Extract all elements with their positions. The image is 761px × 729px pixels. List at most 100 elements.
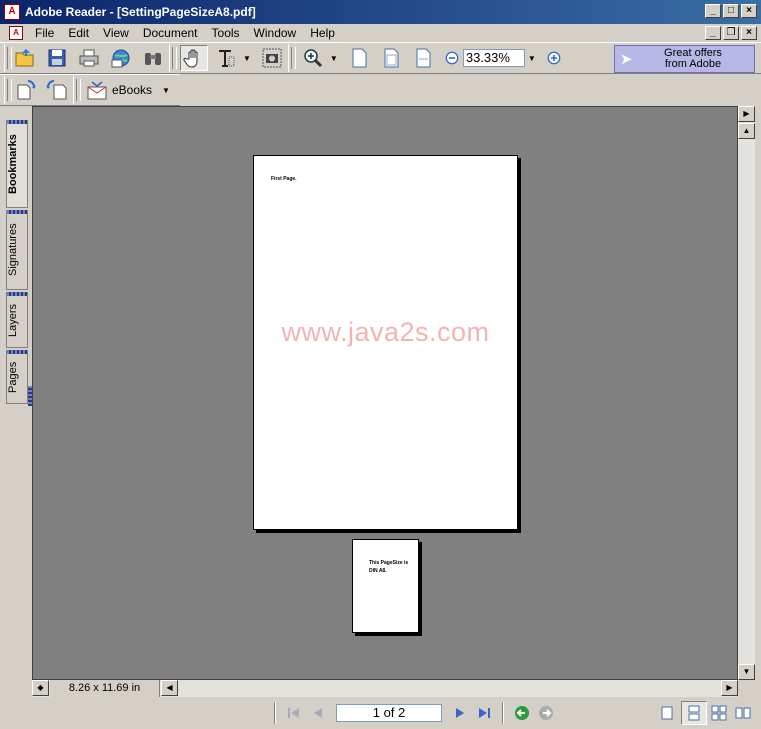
- tab-pages[interactable]: Pages: [6, 350, 28, 404]
- page-number-input[interactable]: 1 of 2: [336, 704, 442, 722]
- page-actual-size-icon: [352, 48, 367, 68]
- scroll-up-button[interactable]: ▲: [738, 123, 755, 139]
- menu-document[interactable]: Document: [136, 24, 205, 42]
- tab-signatures[interactable]: Signatures: [6, 210, 28, 290]
- zoom-in-tool-button[interactable]: [299, 45, 327, 71]
- rotate-clockwise-button[interactable]: [11, 77, 39, 103]
- first-page-button[interactable]: [282, 702, 306, 724]
- rotate-counterclockwise-icon: [46, 80, 67, 100]
- adobe-reader-app-icon[interactable]: A: [4, 4, 20, 20]
- zoom-in-button[interactable]: [543, 45, 565, 71]
- facing-layout-button[interactable]: [731, 702, 755, 724]
- rotate-counterclockwise-button[interactable]: [43, 77, 71, 103]
- ebooks-button[interactable]: [84, 77, 110, 103]
- zoom-level-dropdown-arrow[interactable]: ▼: [528, 54, 536, 63]
- text-cursor-icon: [219, 50, 235, 67]
- page-size-readout: 8.26 x 11.69 in: [50, 680, 160, 697]
- menu-help[interactable]: Help: [303, 24, 342, 42]
- previous-page-button[interactable]: [306, 702, 330, 724]
- hand-tool-button[interactable]: [180, 45, 208, 71]
- close-button[interactable]: ×: [741, 4, 757, 18]
- document-view[interactable]: First Page. This PageSize is DIN A8. www…: [32, 106, 738, 680]
- main-toolbar: ▼ ▼ 33.33% ▼ ➤ Great offers from Adobe: [0, 42, 761, 74]
- hand-icon: [183, 49, 198, 68]
- tab-signatures-grip: [7, 210, 27, 214]
- printer-icon: [79, 49, 99, 67]
- vertical-scrollbar[interactable]: ▶ ▲ ▼: [738, 106, 755, 680]
- document-close-button[interactable]: ×: [741, 26, 757, 40]
- previous-page-icon: [314, 708, 322, 718]
- page-1-text: First Page.: [271, 176, 297, 182]
- last-page-button[interactable]: [472, 702, 496, 724]
- next-view-button[interactable]: [534, 702, 558, 724]
- zoom-tool-dropdown-arrow[interactable]: ▼: [330, 54, 338, 63]
- status-separator-2: [502, 702, 504, 724]
- menu-window[interactable]: Window: [247, 24, 304, 42]
- last-page-icon: [479, 708, 490, 718]
- select-text-tool-button[interactable]: [212, 45, 240, 71]
- next-page-button[interactable]: [448, 702, 472, 724]
- snapshot-tool-button[interactable]: [258, 45, 286, 71]
- ebooks-label[interactable]: eBooks: [112, 83, 152, 97]
- continuous-facing-layout-button[interactable]: [707, 702, 731, 724]
- minimize-button[interactable]: _: [705, 4, 721, 18]
- previous-view-button[interactable]: [510, 702, 534, 724]
- secondary-toolbar: eBooks ▼: [0, 74, 180, 106]
- scroll-down-button[interactable]: ▼: [738, 664, 755, 680]
- tab-layers[interactable]: Layers: [6, 292, 28, 348]
- great-offers-label: Great offers from Adobe: [664, 47, 722, 70]
- page-fit-icon: [384, 48, 399, 68]
- next-page-icon: [456, 708, 464, 718]
- zoom-level-input[interactable]: 33.33%: [462, 49, 525, 67]
- email-button[interactable]: [107, 45, 135, 71]
- scroll-right-button[interactable]: ▶: [721, 680, 738, 696]
- page-1[interactable]: First Page.: [253, 155, 518, 530]
- tab-bookmarks-label: Bookmarks: [7, 134, 19, 194]
- open-button[interactable]: [11, 45, 39, 71]
- page-size-toggle-button[interactable]: ◆: [32, 680, 49, 696]
- actual-size-button[interactable]: [345, 45, 373, 71]
- page-2[interactable]: This PageSize is DIN A8.: [352, 539, 419, 633]
- document-icon[interactable]: A: [9, 26, 23, 40]
- menu-tools[interactable]: Tools: [205, 24, 247, 42]
- open-folder-icon: [15, 49, 34, 67]
- menu-file[interactable]: File: [28, 24, 61, 42]
- back-arrow-icon: [515, 706, 529, 720]
- menu-view[interactable]: View: [96, 24, 136, 42]
- status-bar: 1 of 2: [0, 697, 761, 729]
- search-button[interactable]: [139, 45, 167, 71]
- fit-page-button[interactable]: [377, 45, 405, 71]
- continuous-layout-button[interactable]: [681, 701, 707, 725]
- paper-plane-icon: ➤: [620, 51, 633, 68]
- tab-layers-grip: [7, 292, 27, 296]
- continuous-page-icon: [688, 705, 700, 721]
- binoculars-icon: [145, 53, 161, 65]
- print-button[interactable]: [75, 45, 103, 71]
- panel-toggle-arrow-button[interactable]: ▶: [738, 106, 755, 122]
- scroll-left-button[interactable]: ◀: [161, 680, 178, 696]
- select-tool-dropdown-arrow[interactable]: ▼: [243, 54, 251, 63]
- tab-pages-grip: [7, 350, 27, 354]
- single-page-layout-button[interactable]: [655, 702, 679, 724]
- first-page-icon: [288, 708, 299, 718]
- status-separator: [274, 702, 276, 724]
- zoom-out-button[interactable]: [441, 45, 463, 71]
- menu-edit[interactable]: Edit: [61, 24, 96, 42]
- horizontal-scrollbar[interactable]: ◆ 8.26 x 11.69 in ◀ ▶: [32, 680, 738, 697]
- window-title: Adobe Reader - [SettingPageSizeA8.pdf]: [25, 5, 256, 19]
- forward-arrow-icon: [539, 706, 553, 720]
- tab-layers-label: Layers: [7, 303, 19, 337]
- maximize-button[interactable]: □: [723, 4, 739, 18]
- tab-pages-label: Pages: [7, 361, 19, 393]
- save-button[interactable]: [43, 45, 71, 71]
- rotate-clockwise-icon: [17, 80, 36, 100]
- great-offers-button[interactable]: ➤ Great offers from Adobe: [614, 45, 755, 73]
- fit-width-button[interactable]: [409, 45, 437, 71]
- zoom-toolbar-group: ▼ 33.33% ▼: [287, 44, 567, 72]
- ebooks-dropdown-arrow[interactable]: ▼: [162, 86, 170, 95]
- document-restore-button[interactable]: ❐: [723, 26, 739, 40]
- tab-signatures-label: Signatures: [7, 223, 19, 277]
- tab-bookmarks[interactable]: Bookmarks: [6, 120, 28, 208]
- document-minimize-button[interactable]: _: [705, 26, 721, 40]
- tools-toolbar-group: ▼: [169, 44, 288, 72]
